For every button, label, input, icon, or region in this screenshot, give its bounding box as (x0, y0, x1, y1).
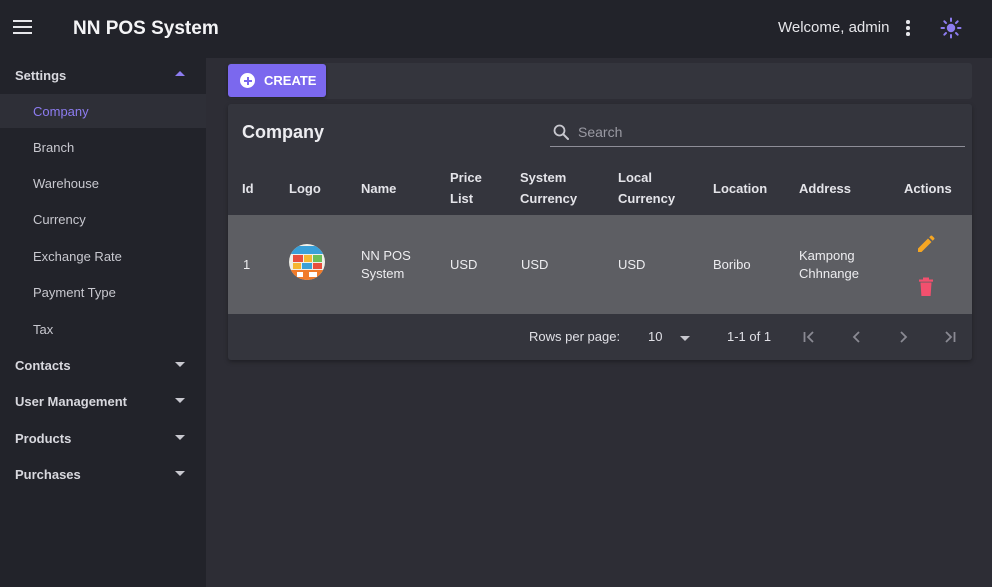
chevron-down-icon (175, 471, 185, 476)
column-header-system-currency[interactable]: System Currency (520, 167, 577, 209)
sidebar-group-products[interactable]: Products (0, 421, 206, 455)
cell-name: NN POS System (361, 247, 411, 283)
company-logo (289, 244, 325, 280)
column-header-line: Price (450, 170, 482, 185)
sidebar-item-label: Currency (33, 211, 86, 227)
column-header-address[interactable]: Address (799, 178, 851, 199)
sidebar-item-label: Warehouse (33, 175, 99, 191)
sidebar-group-settings[interactable]: Settings (0, 58, 206, 92)
chevron-down-icon (175, 398, 185, 403)
cell-location: Boribo (713, 257, 751, 272)
cell-address: Kampong Chhnange (799, 247, 859, 283)
cell-line: Kampong (799, 248, 855, 263)
search-field (550, 118, 965, 147)
sidebar-item-exchange-rate[interactable]: Exchange Rate (0, 239, 206, 273)
delete-icon[interactable] (917, 277, 935, 297)
sidebar-item-label: Exchange Rate (33, 248, 122, 264)
column-header-id[interactable]: Id (242, 178, 254, 199)
cell-line: Chhnange (799, 266, 859, 281)
sidebar-item-tax[interactable]: Tax (0, 312, 206, 346)
next-page-icon[interactable] (895, 329, 911, 345)
create-button[interactable]: CREATE (228, 64, 326, 97)
column-header-price-list[interactable]: Price List (450, 167, 482, 209)
sidebar-item-currency[interactable]: Currency (0, 202, 206, 236)
sidebar-item-label: Tax (33, 321, 54, 337)
column-header-actions: Actions (904, 181, 952, 196)
column-header-line: List (450, 191, 474, 206)
create-button-label: CREATE (264, 73, 317, 88)
sidebar-item-branch[interactable]: Branch (0, 130, 206, 164)
sun-icon[interactable] (940, 17, 962, 39)
cell-local-currency: USD (618, 257, 646, 272)
sidebar-group-label: Settings (15, 67, 67, 83)
chevron-up-icon (175, 71, 185, 76)
edit-icon[interactable] (916, 234, 936, 254)
column-header-line: Local (618, 170, 652, 185)
column-header-line: Currency (618, 191, 676, 206)
column-header-line: System (520, 170, 567, 185)
sidebar-group-label: User Management (15, 393, 127, 409)
welcome-text: Welcome, admin (778, 19, 890, 36)
sidebar-item-payment-type[interactable]: Payment Type (0, 275, 206, 309)
cell-price-list: USD (450, 257, 478, 272)
first-page-icon[interactable] (802, 329, 818, 345)
page-title: Company (242, 122, 325, 142)
sidebar-item-company[interactable]: Company (0, 94, 206, 128)
sidebar-item-label: Company (33, 103, 89, 119)
cell-line: NN POS (361, 248, 411, 263)
app-title: NN POS System (73, 18, 219, 39)
column-header-line: Currency (520, 191, 578, 206)
cell-id: 1 (243, 257, 251, 272)
rows-per-page-value: 10 (648, 329, 663, 344)
sidebar-item-warehouse[interactable]: Warehouse (0, 166, 206, 200)
sidebar-group-label: Contacts (15, 357, 71, 373)
rows-per-page-label: Rows per page: (529, 329, 621, 344)
app-bar: NN POS System Welcome, admin (0, 0, 992, 58)
column-header-logo[interactable]: Logo (289, 178, 321, 199)
table-row[interactable] (228, 215, 972, 314)
menu-icon[interactable] (13, 20, 32, 36)
cell-line: System (361, 266, 405, 281)
column-header-local-currency[interactable]: Local Currency (618, 167, 675, 209)
sidebar-group-purchases[interactable]: Purchases (0, 457, 206, 491)
more-vert-icon[interactable] (905, 20, 911, 36)
column-header-location[interactable]: Location (713, 178, 767, 199)
search-input[interactable] (578, 122, 958, 142)
sidebar-group-label: Purchases (15, 466, 81, 482)
search-icon (553, 124, 569, 140)
add-circle-icon (240, 73, 255, 88)
column-header-name[interactable]: Name (361, 178, 396, 199)
sidebar-group-contacts[interactable]: Contacts (0, 348, 206, 382)
toolbar (228, 63, 972, 99)
chevron-down-icon (680, 336, 690, 341)
chevron-down-icon (175, 362, 185, 367)
sidebar-item-label: Payment Type (33, 284, 116, 300)
pagination-range: 1-1 of 1 (727, 329, 772, 344)
sidebar-group-user-management[interactable]: User Management (0, 384, 206, 418)
previous-page-icon[interactable] (849, 329, 865, 345)
sidebar-group-label: Products (15, 430, 72, 446)
sidebar-item-label: Branch (33, 139, 75, 155)
cell-system-currency: USD (521, 257, 549, 272)
chevron-down-icon (175, 435, 185, 440)
last-page-icon[interactable] (941, 329, 957, 345)
